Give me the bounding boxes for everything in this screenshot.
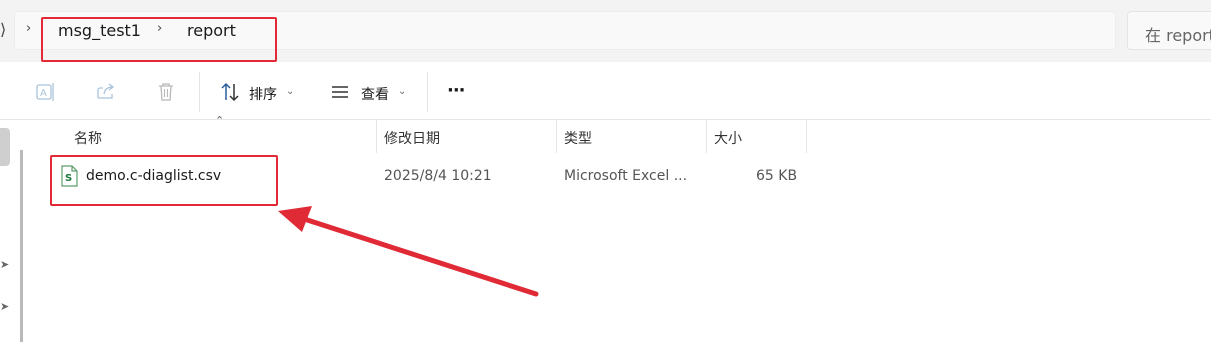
annotation-arrow <box>278 206 539 297</box>
